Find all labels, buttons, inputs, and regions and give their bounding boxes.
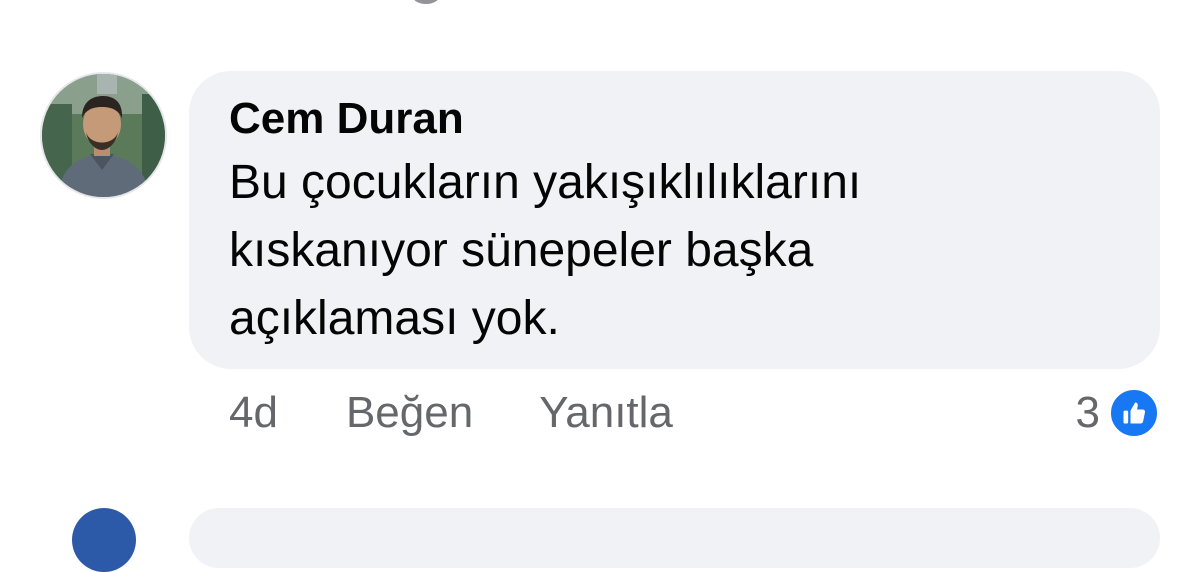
comment-bubble: Cem Duran Bu çocukların yakışıklılıkları… (189, 71, 1160, 369)
thumbs-up-icon (1108, 387, 1160, 439)
avatar[interactable] (40, 72, 167, 199)
user-avatar-image (42, 74, 165, 197)
reaction-summary[interactable]: 3 (1076, 385, 1160, 441)
comment-author[interactable]: Cem Duran (229, 91, 1120, 147)
next-comment-avatar[interactable] (72, 508, 136, 572)
previous-item-fragment (412, 0, 440, 4)
reaction-count: 3 (1075, 388, 1100, 437)
next-comment-bubble (189, 508, 1160, 568)
comment-timestamp: 4d (229, 388, 278, 437)
like-button[interactable]: Beğen (346, 388, 473, 438)
comment-actions: 4d Beğen Yanıtla (229, 385, 739, 441)
comment-text: Bu çocukların yakışıklılıklarını kıskanı… (229, 156, 862, 345)
reply-button[interactable]: Yanıtla (539, 388, 673, 438)
